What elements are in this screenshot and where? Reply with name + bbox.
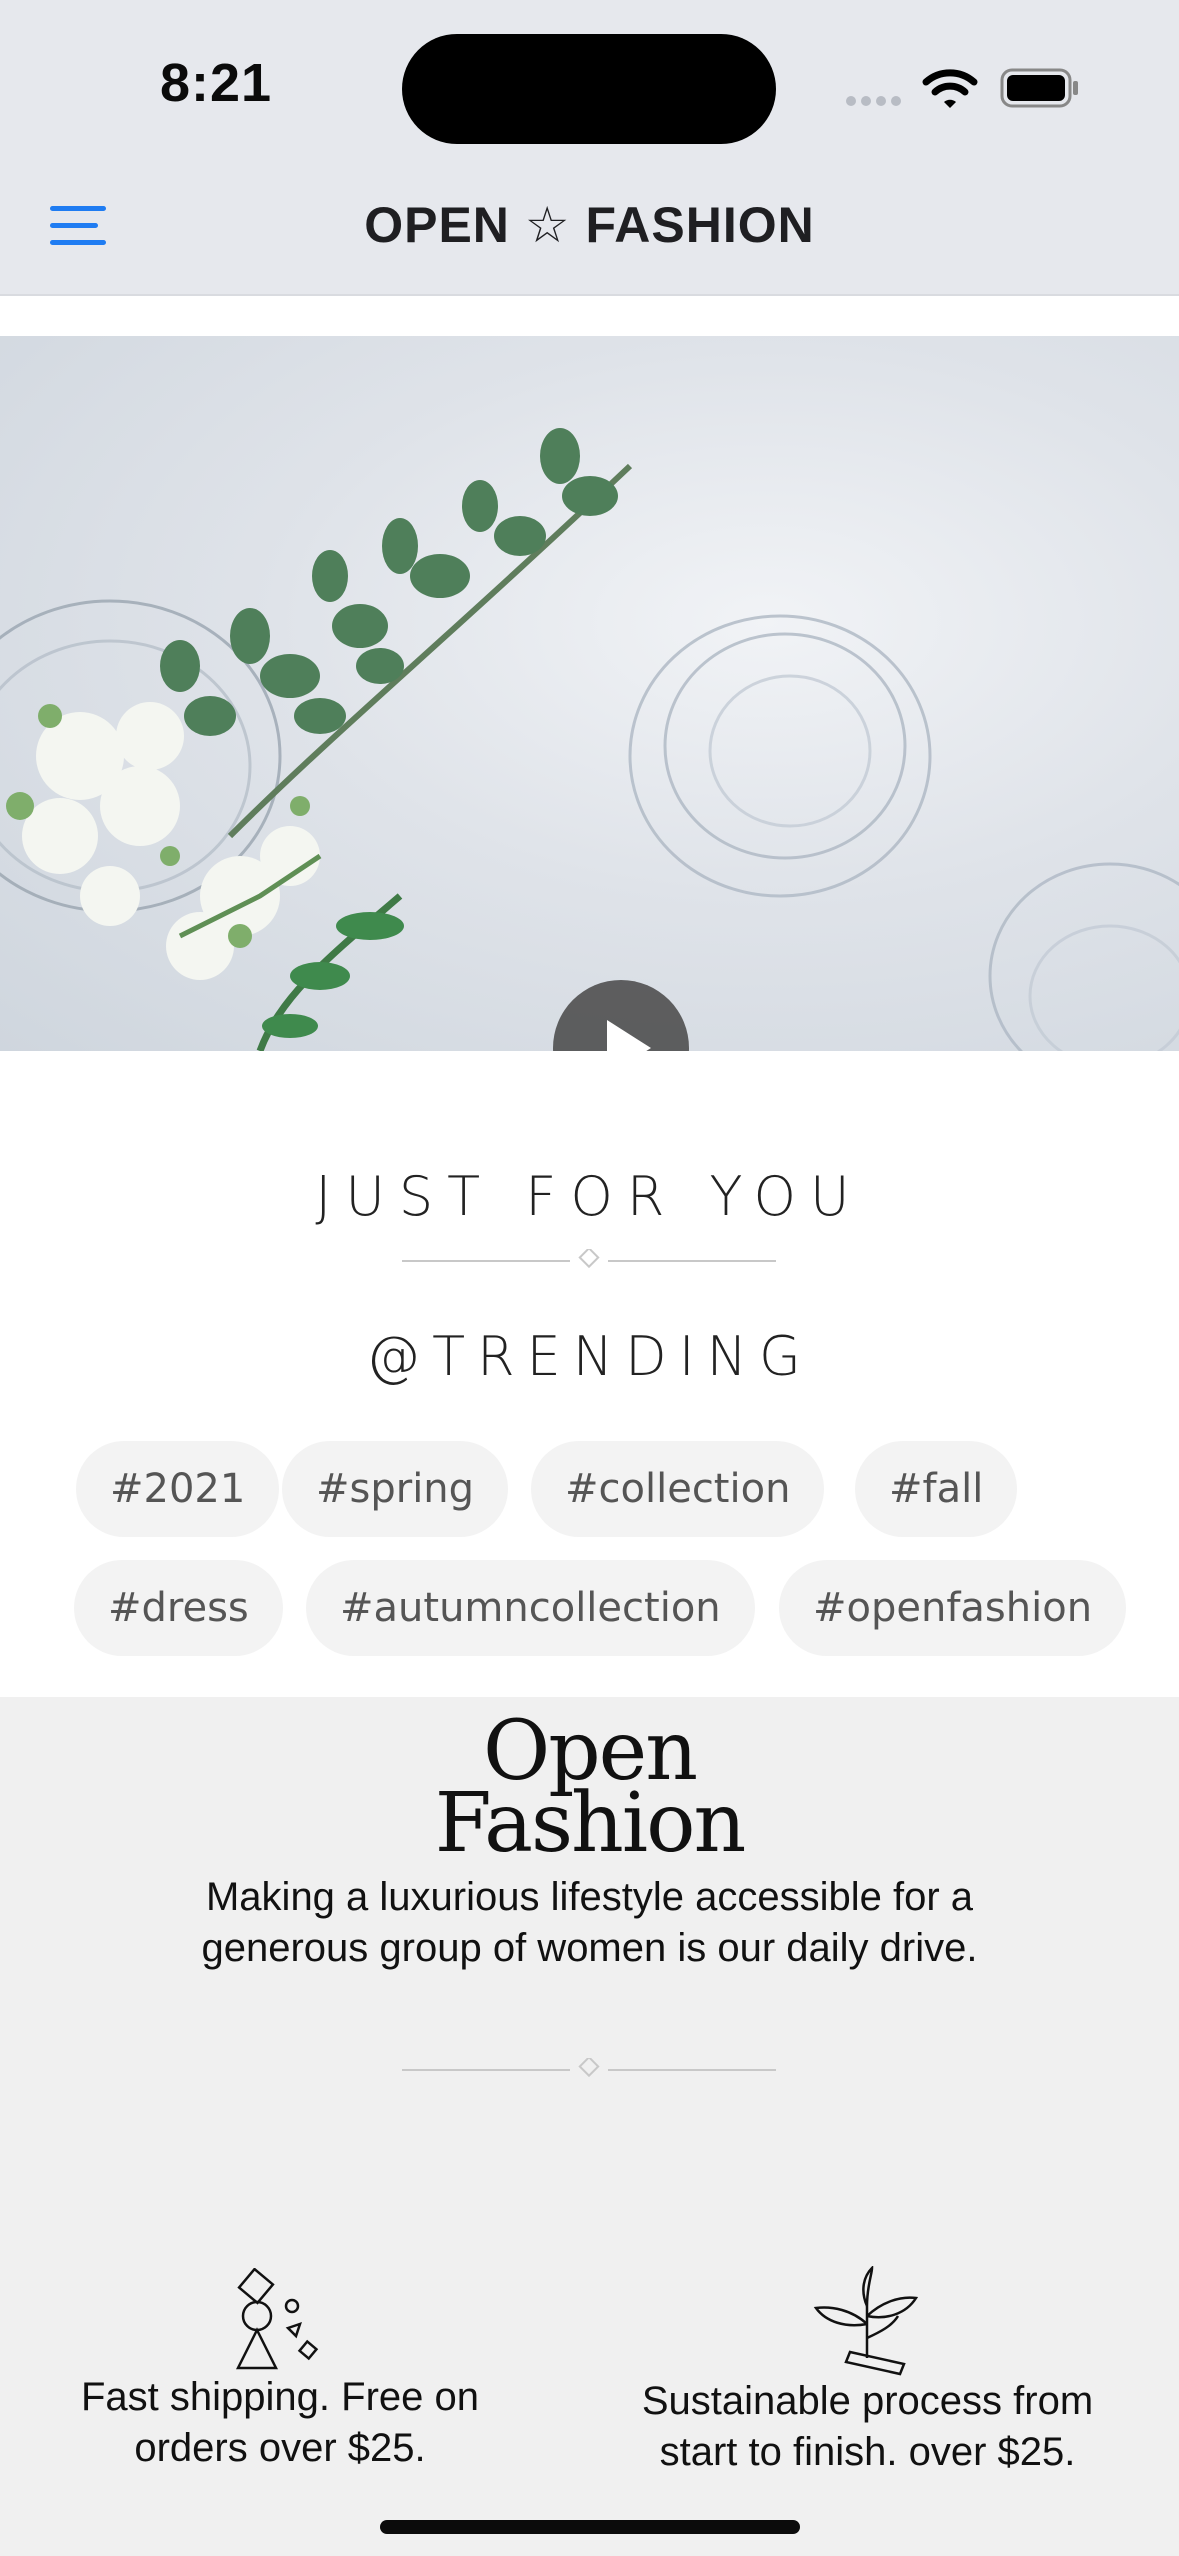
top-bar: 8:21 OPEN ☆ FASHION xyxy=(0,0,1179,296)
trending-heading: @TRENDING xyxy=(366,1325,813,1388)
mission-text: Making a luxurious lifestyle accessible … xyxy=(201,1875,978,1970)
feature-shipping: Fast shipping. Free on orders over $25. xyxy=(81,2375,479,2470)
brand-logo: Open Fashion xyxy=(0,1711,1179,1871)
shapes-icon xyxy=(235,2268,319,2370)
battery-icon xyxy=(1000,68,1078,108)
status-time: 8:21 xyxy=(160,53,273,113)
cellular-signal-icon xyxy=(846,96,901,106)
plant-icon xyxy=(813,2266,919,2376)
feature-sustainable: Sustainable process from start to finish… xyxy=(641,2379,1094,2474)
tag-chip[interactable]: #spring xyxy=(282,1441,509,1537)
page-title: OPEN ☆ FASHION xyxy=(364,197,815,253)
home-indicator[interactable] xyxy=(380,2520,800,2534)
wifi-icon xyxy=(922,69,978,108)
hero-image xyxy=(0,428,1179,1051)
divider-ornament xyxy=(402,2058,776,2078)
tag-chip[interactable]: #2021 xyxy=(76,1441,280,1537)
tag-chip[interactable]: #autumncollection xyxy=(306,1560,755,1656)
dynamic-island xyxy=(402,34,776,144)
tag-chip[interactable]: #dress xyxy=(74,1560,283,1656)
tag-chip[interactable]: #collection xyxy=(531,1441,825,1537)
divider-ornament xyxy=(402,1249,776,1269)
tag-chip[interactable]: #openfashion xyxy=(779,1560,1127,1656)
brand-line-2: Fashion xyxy=(434,1776,747,1871)
hero-video[interactable] xyxy=(0,336,1179,1051)
just-for-you-heading: JUST FOR YOU xyxy=(315,1165,864,1228)
tag-chip[interactable]: #fall xyxy=(855,1441,1018,1537)
